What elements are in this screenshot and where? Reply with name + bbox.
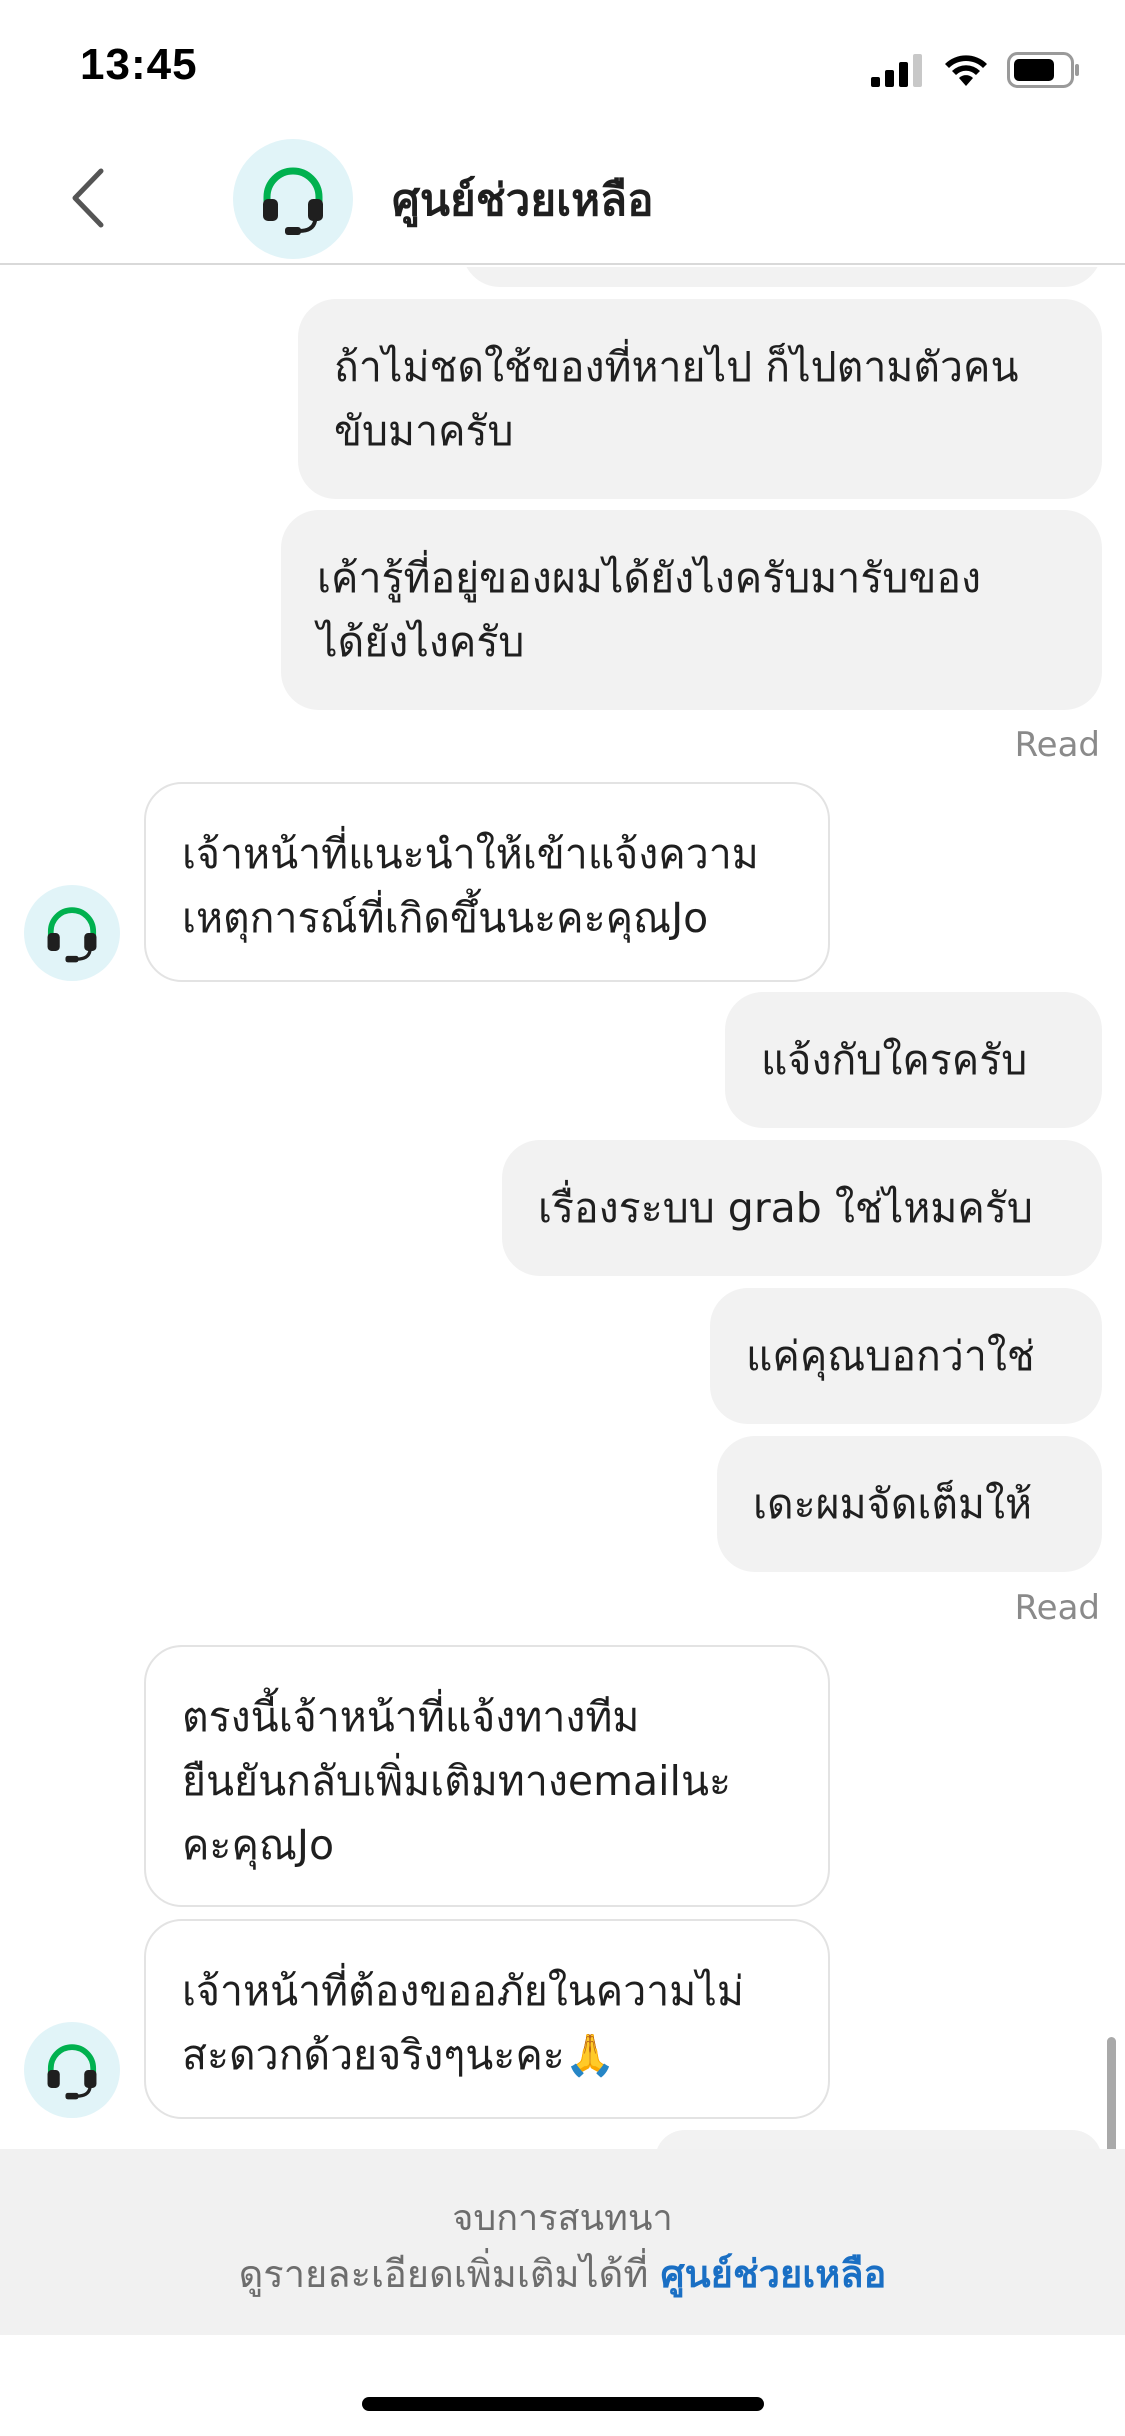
support-avatar	[233, 139, 353, 259]
read-receipt: Read	[1014, 725, 1100, 765]
detail-prefix: ดูรายละเอียดเพิ่มเติมได้ที่	[238, 2252, 661, 2296]
headset-icon	[47, 907, 97, 963]
scrollbar-thumb[interactable]	[1107, 2037, 1116, 2149]
help-center-link[interactable]: ศูนย์ช่วยเหลือ	[660, 2252, 886, 2296]
chat-header: ศูนย์ช่วยเหลือ	[0, 135, 1125, 265]
wifi-icon	[945, 55, 987, 86]
support-avatar	[24, 2022, 120, 2118]
message-bubble-partial	[655, 2130, 1102, 2149]
chevron-left-icon	[72, 168, 104, 228]
chat-title: ศูนย์ช่วยเหลือ	[392, 175, 654, 226]
conversation-ended-banner: จบการสนทนา ดูรายละเอียดเพิ่มเติมได้ที่ ศ…	[0, 2149, 1125, 2335]
message-bubble-support[interactable]: เจ้าหน้าที่แนะนำให้เข้าแจ้งความ เหตุการณ…	[144, 782, 830, 982]
status-icons	[871, 48, 1081, 92]
chat-message-list[interactable]: ถ้าไม่ชดใช้ของที่หายไป ก็ไปตามตัวคน ขับม…	[0, 267, 1125, 2149]
status-bar: 13:45	[0, 0, 1125, 135]
message-bubble-user[interactable]: เรื่องระบบ grab ใช่ไหมครับ	[502, 1140, 1102, 1276]
message-bubble-user[interactable]: เดะผมจัดเต็มให้	[717, 1436, 1102, 1572]
home-indicator[interactable]	[362, 2397, 764, 2411]
read-receipt: Read	[1014, 1588, 1100, 1628]
message-bubble-support[interactable]: เจ้าหน้าที่ต้องขออภัยในความไม่ สะดวกด้วย…	[144, 1919, 830, 2119]
message-bubble-user[interactable]: เค้ารู้ที่อยู่ของผมได้ยังไงครับมารับของ …	[281, 510, 1102, 710]
headset-icon	[263, 167, 323, 235]
signal-icon	[871, 54, 922, 87]
conversation-ended-title: จบการสนทนา	[452, 2198, 673, 2239]
back-button[interactable]	[52, 163, 122, 233]
message-bubble-partial	[462, 267, 1102, 287]
battery-icon	[1007, 52, 1079, 88]
support-avatar	[24, 885, 120, 981]
conversation-ended-detail: ดูรายละเอียดเพิ่มเติมได้ที่ ศูนย์ช่วยเหล…	[0, 2243, 1125, 2304]
message-bubble-user[interactable]: แจ้งกับใครครับ	[725, 992, 1102, 1128]
message-bubble-user[interactable]: แค่คุณบอกว่าใช่	[710, 1288, 1102, 1424]
headset-icon	[47, 2044, 97, 2100]
status-time: 13:45	[80, 40, 198, 89]
message-bubble-support[interactable]: ตรงนี้เจ้าหน้าที่แจ้งทางทีม ยืนยันกลับเพ…	[144, 1645, 830, 1907]
message-bubble-user[interactable]: ถ้าไม่ชดใช้ของที่หายไป ก็ไปตามตัวคน ขับม…	[298, 299, 1102, 499]
